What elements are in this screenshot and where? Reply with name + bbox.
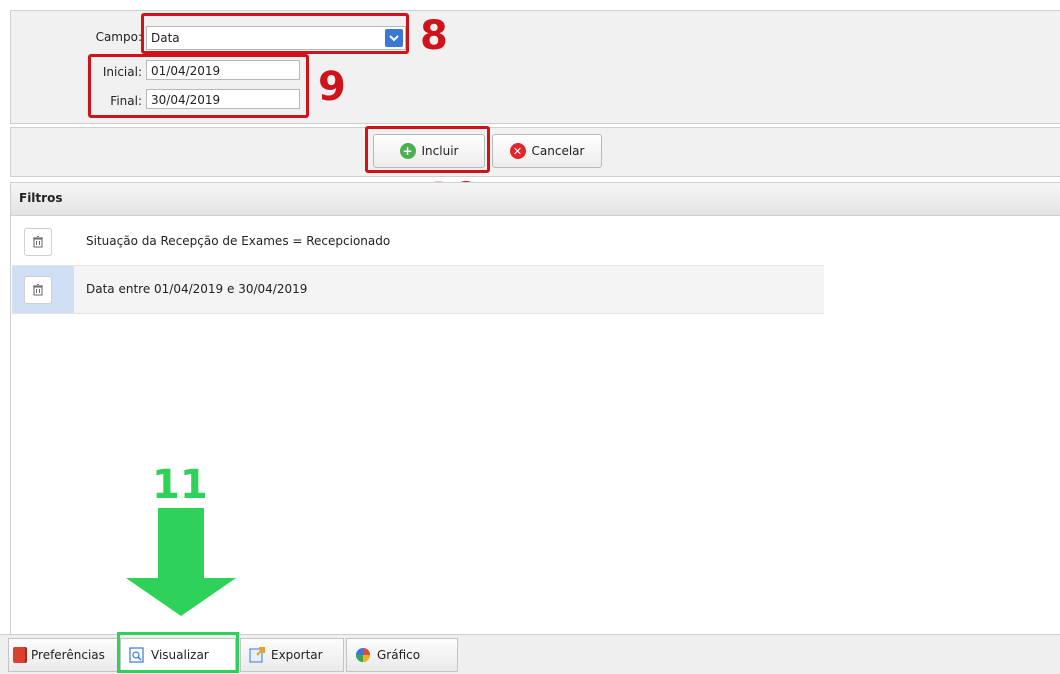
filter-text: Data entre 01/04/2019 e 30/04/2019	[86, 282, 308, 296]
annotation-step-11: 11	[152, 462, 208, 508]
trash-icon	[33, 236, 43, 248]
tab-preferencias[interactable]: Preferências	[8, 638, 118, 672]
export-icon	[249, 647, 265, 663]
highlight-step-8	[141, 13, 409, 54]
tab-grafico[interactable]: Gráfico	[346, 638, 458, 672]
filter-text: Situação da Recepção de Exames = Recepci…	[86, 234, 391, 248]
annotation-step-8: 8	[420, 13, 448, 59]
tab-exportar[interactable]: Exportar	[240, 638, 344, 672]
delete-filter-button[interactable]	[24, 228, 52, 256]
cancelar-button-label: Cancelar	[531, 144, 585, 158]
tab-grafico-label: Gráfico	[377, 648, 421, 662]
highlight-step-10	[365, 126, 490, 173]
tab-preferencias-label: Preferências	[31, 648, 105, 662]
filter-row: Situação da Recepção de Exames = Recepci…	[12, 218, 824, 266]
cancel-icon: ✕	[509, 143, 526, 159]
filter-row: Data entre 01/04/2019 e 30/04/2019	[12, 266, 824, 314]
tab-exportar-label: Exportar	[271, 648, 323, 662]
highlight-step-9	[88, 54, 309, 118]
campo-label: Campo:	[95, 30, 142, 44]
pie-chart-icon	[356, 648, 370, 662]
down-arrow-icon	[126, 508, 236, 616]
filtros-header	[10, 182, 1060, 216]
cancelar-button[interactable]: ✕ Cancelar	[492, 134, 602, 168]
highlight-step-11	[117, 632, 239, 673]
delete-filter-button[interactable]	[24, 276, 52, 304]
preferences-icon	[13, 647, 25, 663]
annotation-step-9: 9	[318, 64, 346, 110]
trash-icon	[33, 284, 43, 296]
filtros-title: Filtros	[19, 191, 63, 205]
